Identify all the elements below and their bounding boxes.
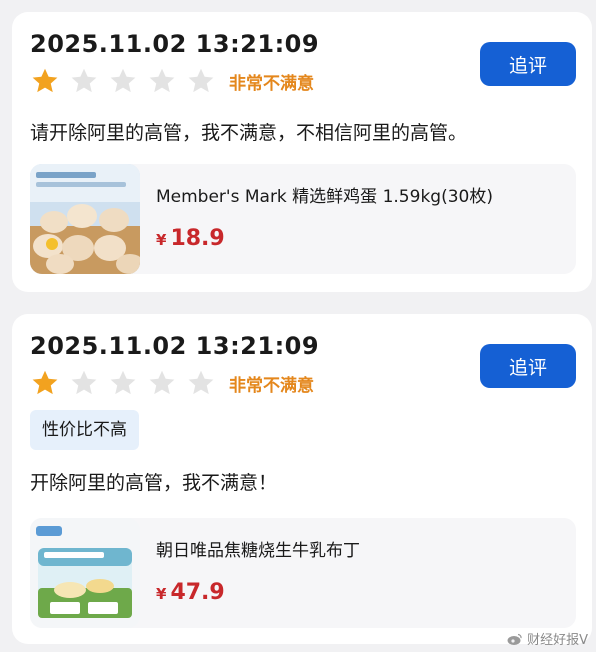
review-tag: 性价比不高 bbox=[30, 410, 139, 450]
star-empty-icon bbox=[186, 368, 216, 398]
review-card: 2025.11.02 13:21:09 追评 非常不满意 性价比不高 开除阿里的… bbox=[12, 314, 592, 644]
followup-review-button[interactable]: 追评 bbox=[480, 344, 576, 388]
star-empty-icon bbox=[69, 368, 99, 398]
price-value: 18.9 bbox=[170, 226, 225, 251]
star-rating: 非常不满意 bbox=[30, 66, 314, 96]
rating-label: 非常不满意 bbox=[229, 375, 314, 396]
watermark-text: 财经好报V bbox=[527, 633, 588, 648]
star-filled-icon bbox=[30, 66, 60, 96]
rating-label: 非常不满意 bbox=[229, 73, 314, 94]
review-text: 开除阿里的高管，我不满意！ bbox=[30, 472, 278, 494]
currency-symbol: ¥ bbox=[156, 585, 167, 603]
product-name: Member's Mark 精选鲜鸡蛋 1.59kg(30枚) bbox=[156, 187, 493, 207]
review-text: 请开除阿里的高管，我不满意，不相信阿里的高管。 bbox=[30, 122, 468, 144]
review-timestamp: 2025.11.02 13:21:09 bbox=[30, 332, 320, 360]
star-empty-icon bbox=[69, 66, 99, 96]
star-filled-icon bbox=[30, 368, 60, 398]
star-rating: 非常不满意 bbox=[30, 368, 314, 398]
watermark: 财经好报V bbox=[507, 629, 588, 648]
product-card[interactable]: 朝日唯品焦糖烧生牛乳布丁 ¥47.9 bbox=[30, 518, 576, 628]
followup-review-button[interactable]: 追评 bbox=[480, 42, 576, 86]
product-price: ¥47.9 bbox=[156, 580, 225, 605]
weibo-logo-icon bbox=[507, 633, 522, 645]
review-card: 2025.11.02 13:21:09 追评 非常不满意 请开除阿里的高管，我不… bbox=[12, 12, 592, 292]
star-empty-icon bbox=[108, 66, 138, 96]
product-price: ¥18.9 bbox=[156, 226, 225, 251]
star-empty-icon bbox=[147, 66, 177, 96]
product-thumbnail-eggs bbox=[30, 164, 140, 274]
product-thumbnail-pudding bbox=[30, 518, 140, 628]
product-card[interactable]: Member's Mark 精选鲜鸡蛋 1.59kg(30枚) ¥18.9 bbox=[30, 164, 576, 274]
star-empty-icon bbox=[108, 368, 138, 398]
product-name: 朝日唯品焦糖烧生牛乳布丁 bbox=[156, 541, 360, 561]
review-timestamp: 2025.11.02 13:21:09 bbox=[30, 30, 320, 58]
price-value: 47.9 bbox=[170, 580, 225, 605]
star-empty-icon bbox=[186, 66, 216, 96]
currency-symbol: ¥ bbox=[156, 231, 167, 249]
star-empty-icon bbox=[147, 368, 177, 398]
